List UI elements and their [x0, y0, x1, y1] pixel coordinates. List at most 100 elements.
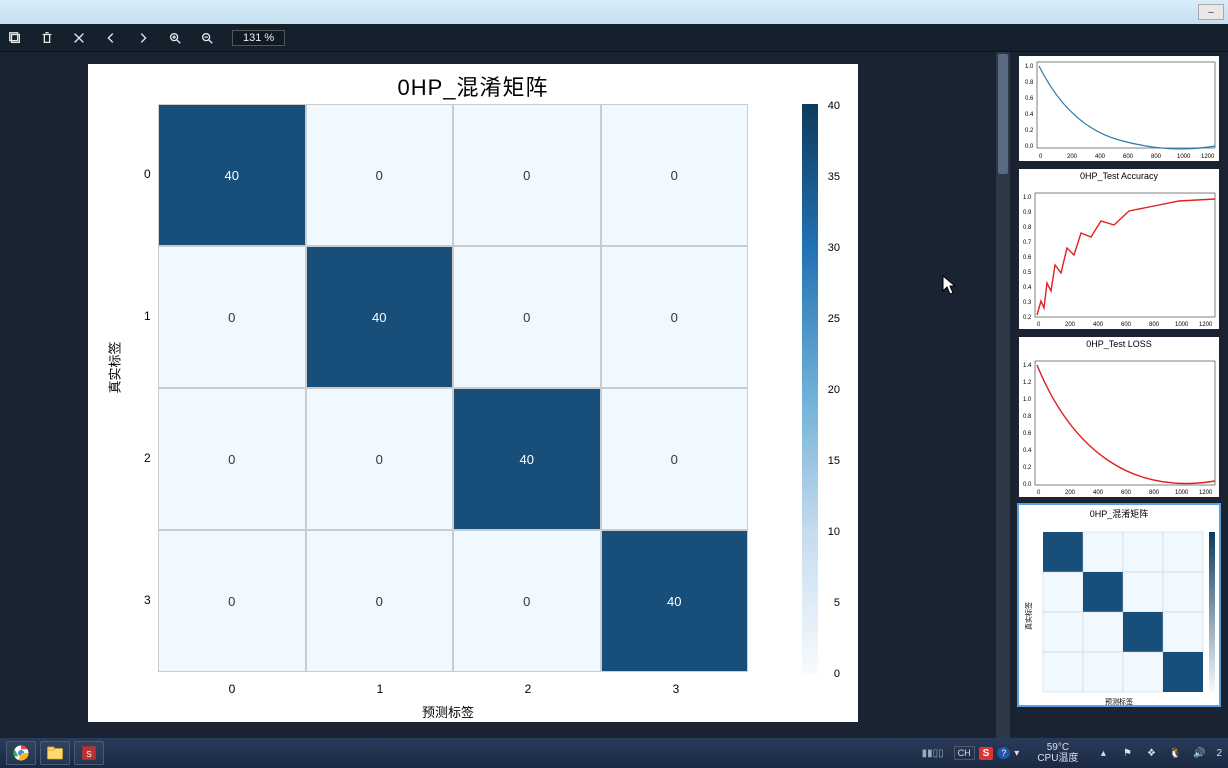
- viewer-toolbar: 131 %: [0, 24, 1228, 52]
- thumbnail-panel[interactable]: 1.00.80.6 0.40.20.0 0200400 600800100012…: [1010, 52, 1228, 738]
- svg-text:1.2: 1.2: [1023, 380, 1032, 386]
- tray-right-digit: 2: [1216, 748, 1222, 759]
- svg-text:600: 600: [1121, 322, 1132, 328]
- svg-text:0.8: 0.8: [1023, 414, 1032, 420]
- delete-icon[interactable]: [40, 31, 54, 45]
- tray-app-icon[interactable]: ❖: [1144, 746, 1158, 760]
- zoom-level[interactable]: 131 %: [232, 30, 285, 46]
- svg-text:0.8: 0.8: [1025, 80, 1034, 86]
- colorbar-tick: 35: [828, 171, 840, 183]
- colorbar-tick: 30: [828, 242, 840, 254]
- svg-text:1200: 1200: [1199, 490, 1213, 496]
- cell-2-1: 0: [306, 388, 454, 530]
- cell-0-2: 0: [453, 104, 601, 246]
- vertical-scrollbar[interactable]: [996, 52, 1010, 738]
- svg-text:0.4: 0.4: [1023, 285, 1032, 291]
- colorbar-tick: 40: [828, 100, 840, 112]
- copy-icon[interactable]: [8, 31, 22, 45]
- svg-text:1.0: 1.0: [1025, 64, 1034, 70]
- colorbar-tick: 0: [834, 668, 840, 680]
- cell-0-3: 0: [601, 104, 749, 246]
- volume-icon[interactable]: 🔊: [1192, 746, 1206, 760]
- svg-text:0.2: 0.2: [1023, 315, 1032, 321]
- cell-2-3: 0: [601, 388, 749, 530]
- svg-text:0: 0: [1037, 490, 1041, 496]
- ime-sogou-icon[interactable]: S: [979, 747, 994, 760]
- ime-help-icon[interactable]: ?: [997, 747, 1010, 759]
- svg-text:0.6: 0.6: [1023, 255, 1032, 261]
- svg-text:1000: 1000: [1175, 490, 1189, 496]
- x-axis-label: 预测标签: [422, 702, 474, 721]
- y-tick: 0: [144, 167, 151, 181]
- confusion-matrix-figure: 0HP_混淆矩阵 40 0 0 0 0 40 0 0 0 0 40 0 0: [88, 64, 858, 722]
- svg-text:1000: 1000: [1177, 154, 1191, 160]
- cell-3-0: 0: [158, 530, 306, 672]
- figure-title: 0HP_混淆矩阵: [88, 64, 858, 102]
- arrow-left-icon[interactable]: [104, 31, 118, 45]
- x-tick: 2: [525, 682, 532, 696]
- taskbar-app-chrome[interactable]: [6, 741, 36, 765]
- svg-text:0.2: 0.2: [1023, 465, 1032, 471]
- svg-text:1.0: 1.0: [1023, 397, 1032, 403]
- taskbar-tray: ▮▮▯▯ CH S ? ▾ 59°C CPU温度 ▴ ⚑ ❖ 🐧 🔊 2: [922, 742, 1222, 764]
- taskbar-app-explorer[interactable]: [40, 741, 70, 765]
- svg-text:S: S: [86, 750, 92, 759]
- svg-text:1.0: 1.0: [1023, 195, 1032, 201]
- tray-up-icon[interactable]: ▴: [1096, 746, 1110, 760]
- svg-text:800: 800: [1149, 322, 1160, 328]
- svg-text:0.3: 0.3: [1023, 300, 1032, 306]
- svg-text:0: 0: [1037, 322, 1041, 328]
- cpu-temp[interactable]: 59°C CPU温度: [1037, 742, 1078, 764]
- minimize-button[interactable]: [1198, 4, 1224, 20]
- cell-0-1: 0: [306, 104, 454, 246]
- svg-text:200: 200: [1065, 490, 1076, 496]
- thumbnail-title: 0HP_Test Accuracy: [1019, 169, 1219, 183]
- ime-menu-icon[interactable]: ▾: [1014, 748, 1019, 759]
- colorbar-tick: 10: [828, 526, 840, 538]
- svg-text:0.2: 0.2: [1025, 128, 1034, 134]
- svg-text:0.5: 0.5: [1023, 270, 1032, 276]
- ime-lang[interactable]: CH: [954, 746, 975, 760]
- svg-text:0.0: 0.0: [1025, 144, 1034, 150]
- flag-icon[interactable]: ⚑: [1120, 746, 1134, 760]
- svg-text:0.0: 0.0: [1023, 482, 1032, 488]
- temp-label: CPU温度: [1037, 753, 1078, 764]
- taskbar-app-other[interactable]: S: [74, 741, 104, 765]
- cell-1-0: 0: [158, 246, 306, 388]
- svg-text:1.4: 1.4: [1023, 363, 1032, 369]
- svg-text:0.6: 0.6: [1023, 431, 1032, 437]
- y-axis-label: 真实标签: [105, 341, 124, 393]
- main-view: 0HP_混淆矩阵 40 0 0 0 0 40 0 0 0 0 40 0 0: [0, 52, 1010, 738]
- svg-text:800: 800: [1151, 154, 1162, 160]
- thumbnail-title: 0HP_Test LOSS: [1019, 337, 1219, 351]
- arrow-right-icon[interactable]: [136, 31, 150, 45]
- svg-text:0.8: 0.8: [1023, 225, 1032, 231]
- svg-text:真实标签: 真实标签: [1024, 602, 1033, 630]
- svg-text:600: 600: [1121, 490, 1132, 496]
- svg-text:1000: 1000: [1175, 322, 1189, 328]
- thumbnail-chart-4[interactable]: 0HP_混淆矩阵 预测标签: [1019, 505, 1219, 705]
- thumbnail-chart-1[interactable]: 1.00.80.6 0.40.20.0 0200400 600800100012…: [1019, 56, 1219, 161]
- window-titlebar: [0, 0, 1228, 24]
- zoom-in-icon[interactable]: [168, 31, 182, 45]
- zoom-out-icon[interactable]: [200, 31, 214, 45]
- svg-text:预测标签: 预测标签: [1105, 697, 1133, 706]
- x-tick: 0: [229, 682, 236, 696]
- close-icon[interactable]: [72, 31, 86, 45]
- colorbar-tick: 25: [828, 313, 840, 325]
- colorbar: [802, 104, 818, 674]
- cell-2-2: 40: [453, 388, 601, 530]
- scrollbar-thumb[interactable]: [998, 54, 1008, 174]
- svg-text:0.9: 0.9: [1023, 210, 1032, 216]
- penguin-icon[interactable]: 🐧: [1168, 746, 1182, 760]
- ime-indicator[interactable]: CH S ? ▾: [954, 746, 1020, 760]
- heatmap-grid: 40 0 0 0 0 40 0 0 0 0 40 0 0 0 0 40: [158, 104, 748, 674]
- thumbnail-chart-3[interactable]: 0HP_Test LOSS 1.41.21.0 0.80.60.4 0.20.0…: [1019, 337, 1219, 497]
- svg-text:0.4: 0.4: [1025, 112, 1034, 118]
- cell-3-2: 0: [453, 530, 601, 672]
- cell-3-3: 40: [601, 530, 749, 672]
- thumbnail-chart-2[interactable]: 0HP_Test Accuracy 1.0 0.9 0.8 0.7 0.6 0.5 0.…: [1019, 169, 1219, 329]
- x-tick: 1: [377, 682, 384, 696]
- tray-bars-icon[interactable]: ▮▮▯▯: [922, 748, 944, 759]
- svg-text:0.7: 0.7: [1023, 240, 1032, 246]
